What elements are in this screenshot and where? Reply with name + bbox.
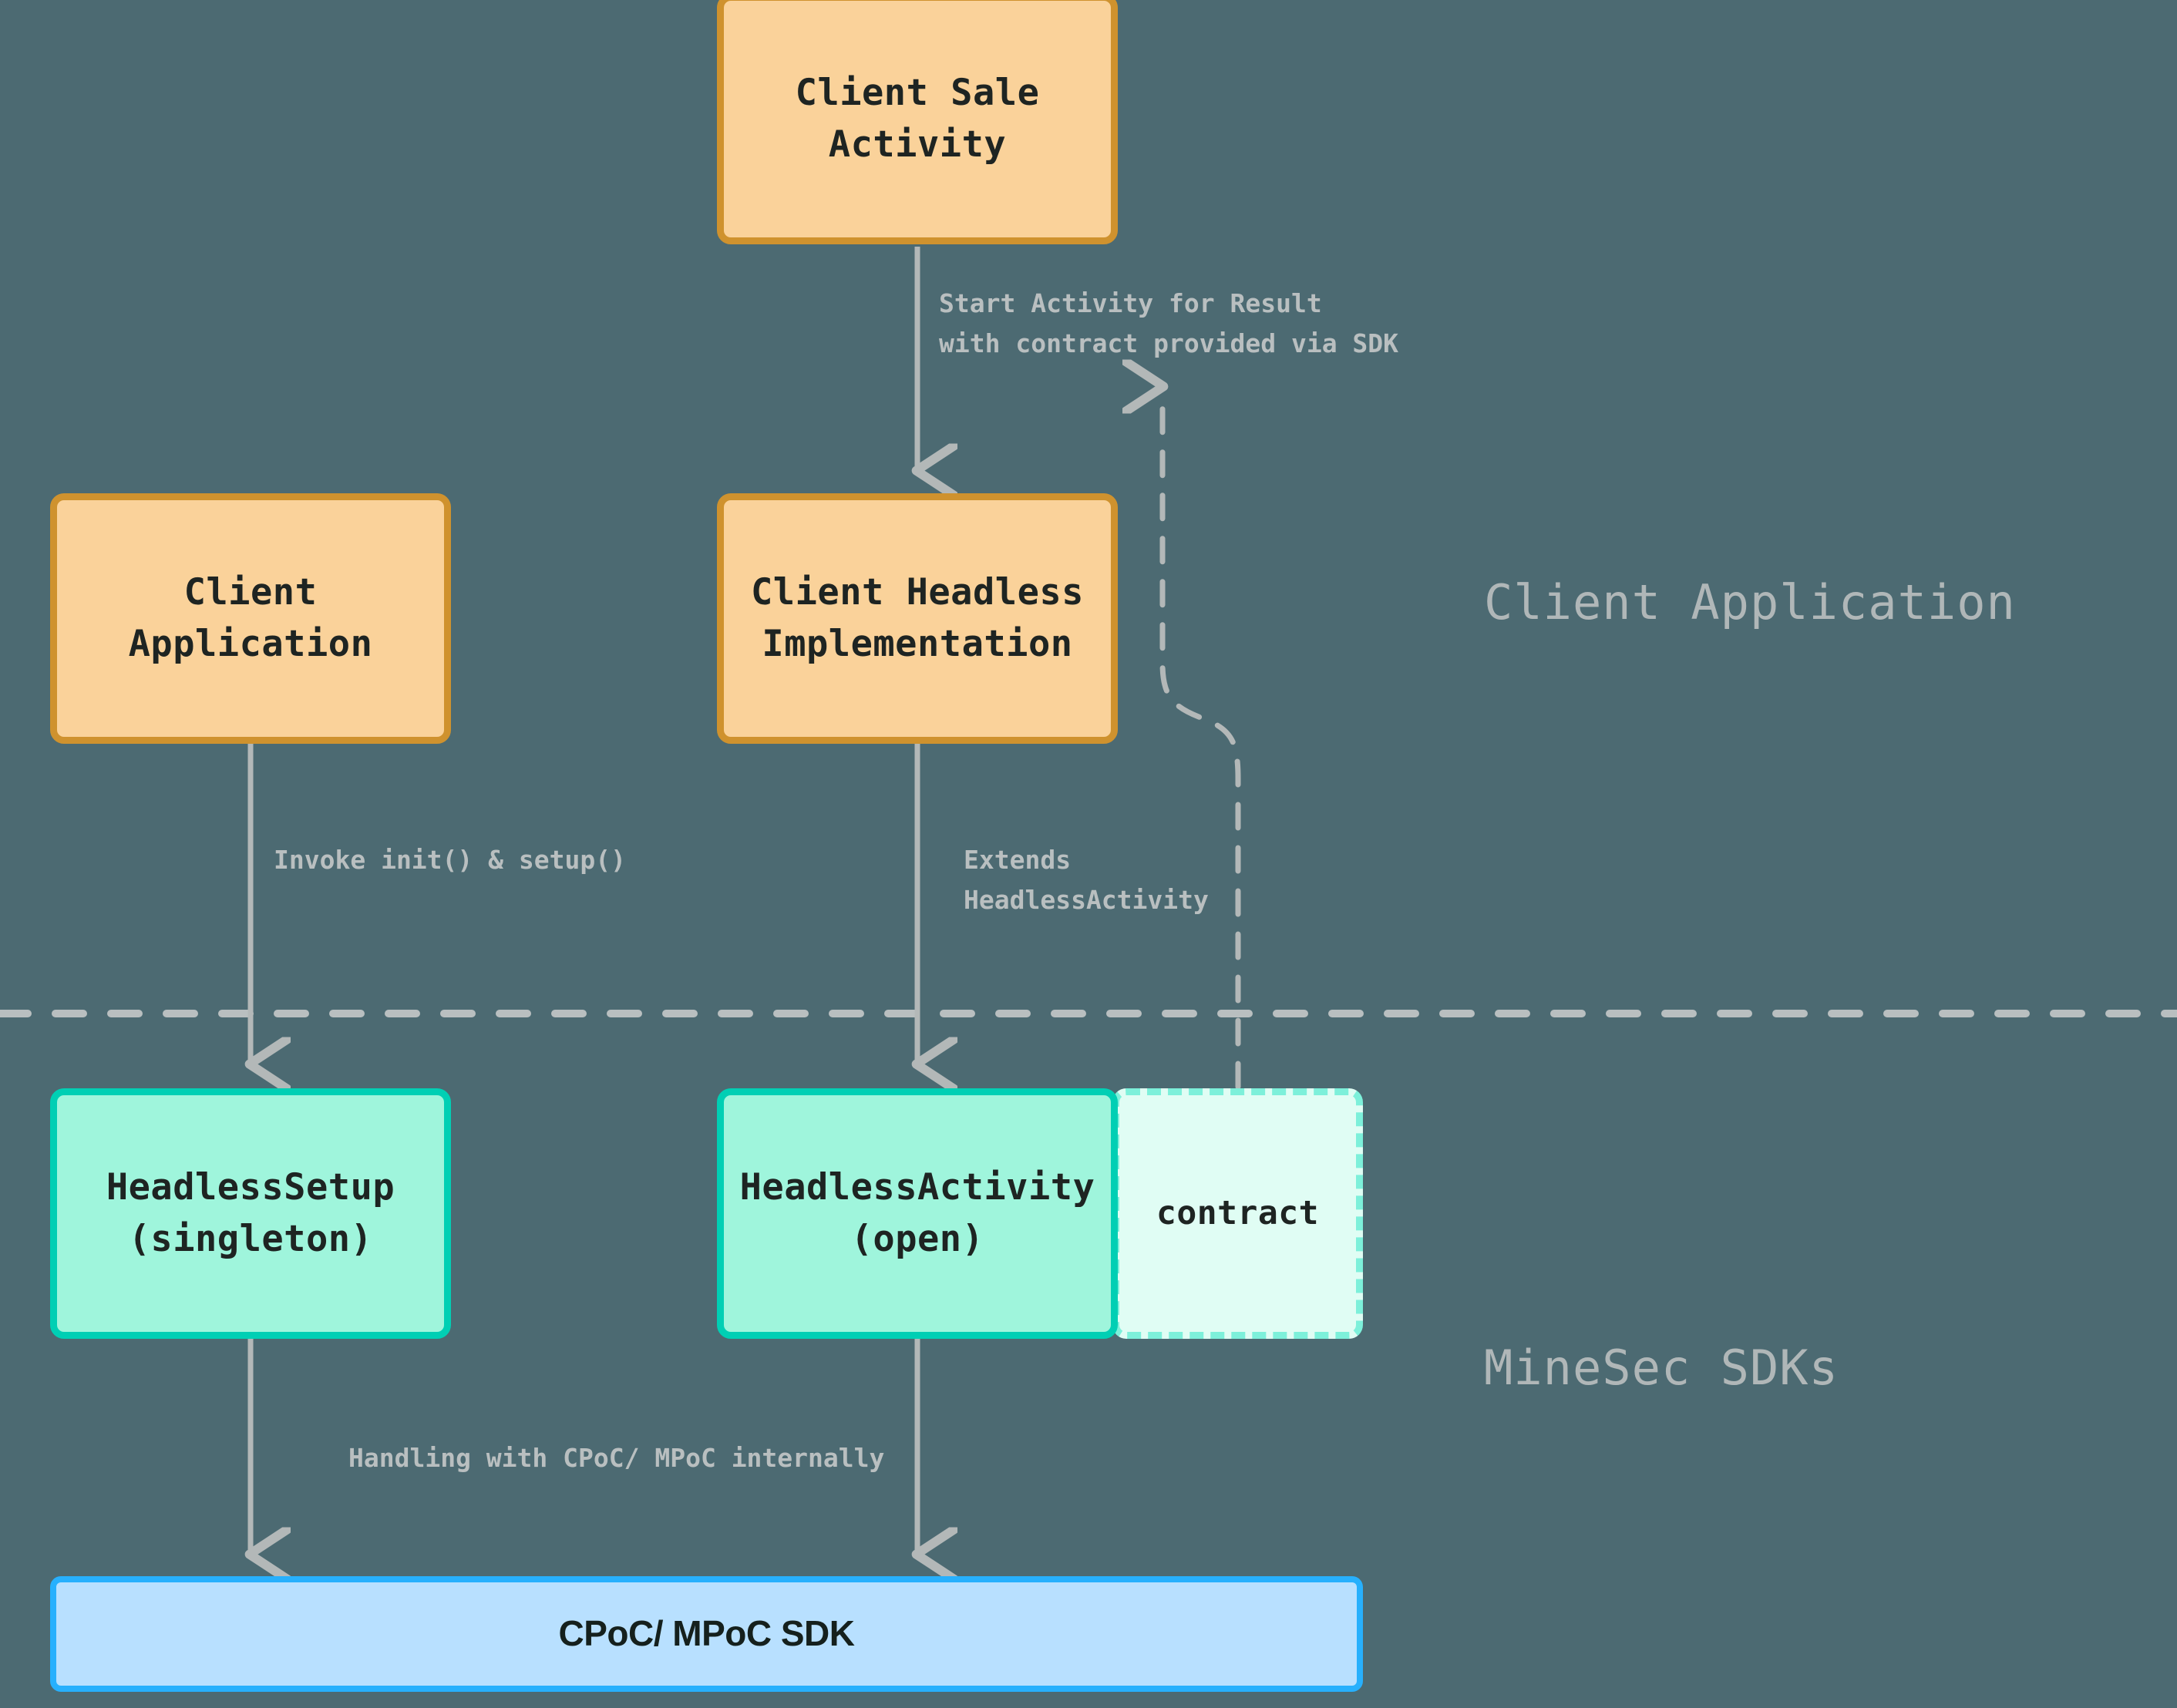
node-client-sale-activity[interactable]: Client Sale Activity [717,0,1118,244]
node-client-headless-implementation-label: Client Headless Implementation [751,570,1084,665]
node-contract[interactable]: contract [1112,1088,1363,1339]
node-client-sale-activity-label: Client Sale Activity [795,71,1040,166]
edge-label-invoke-init-setup: Invoke init() & setup() [274,845,626,875]
node-contract-label: contract [1156,1193,1320,1232]
edge-contract-to-sale-activity [1163,385,1241,1090]
node-cpoc-mpoc-sdk[interactable]: CPoC/ MPoC SDK [50,1576,1363,1692]
zone-label-client-application: Client Application [1484,574,2016,630]
node-cpoc-mpoc-sdk-label: CPoC/ MPoC SDK [558,1613,856,1654]
node-client-application[interactable]: Client Application [50,493,451,744]
node-headless-setup[interactable]: HeadlessSetup (singleton) [50,1088,451,1339]
edge-label-handling-with-cpoc-mpoc: Handling with CPoC/ MPoC internally [348,1443,885,1473]
node-headless-activity-label: HeadlessActivity (open) [739,1165,1095,1260]
node-headless-activity[interactable]: HeadlessActivity (open) [717,1088,1118,1339]
node-client-application-label: Client Application [128,570,373,665]
edge-label-extends-headlessactivity: Extends HeadlessActivity [964,845,1209,916]
edge-label-start-activity-for-result: Start Activity for Result with contract … [939,288,1399,359]
zone-label-minesec-sdks: MineSec SDKs [1484,1340,1839,1396]
diagram-canvas: Client Sale Activity Client Application … [0,0,2177,1708]
node-client-headless-implementation[interactable]: Client Headless Implementation [717,493,1118,744]
node-headless-setup-label: HeadlessSetup (singleton) [106,1165,395,1260]
